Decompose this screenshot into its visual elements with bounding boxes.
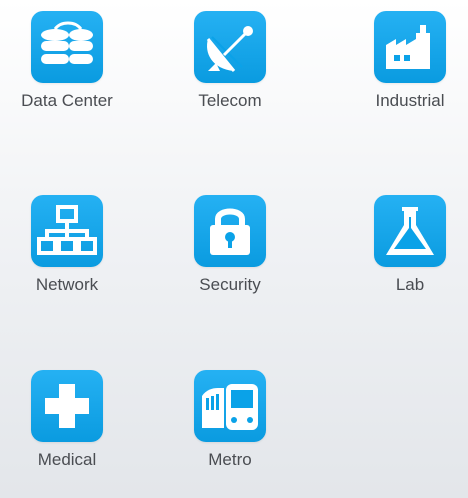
tile-telecom[interactable]: Telecom [160, 11, 300, 111]
tile-label: Data Center [21, 91, 113, 110]
database-icon [31, 11, 103, 83]
padlock-icon [194, 195, 266, 267]
tile-metro[interactable]: Metro [160, 370, 300, 470]
tile-label: Lab [395, 275, 425, 294]
tile-label: Industrial [375, 91, 445, 110]
industry-icon-grid: Data Center Telecom Industrial Network S… [0, 0, 468, 498]
tile-label: Security [199, 275, 261, 294]
tile-label: Medical [37, 450, 97, 469]
factory-icon [374, 11, 446, 83]
tile-medical[interactable]: Medical [0, 370, 137, 470]
train-icon [194, 370, 266, 442]
tile-label: Network [35, 275, 99, 294]
tile-network[interactable]: Network [0, 195, 137, 295]
tile-industrial[interactable]: Industrial [340, 11, 468, 111]
tile-security[interactable]: Security [160, 195, 300, 295]
tile-label: Metro [208, 450, 252, 469]
tile-data-center[interactable]: Data Center [0, 11, 137, 111]
medical-cross-icon [31, 370, 103, 442]
network-hierarchy-icon [31, 195, 103, 267]
tile-lab[interactable]: Lab [340, 195, 468, 295]
lab-flask-icon [374, 195, 446, 267]
tile-label: Telecom [198, 91, 262, 110]
satellite-dish-icon [194, 11, 266, 83]
